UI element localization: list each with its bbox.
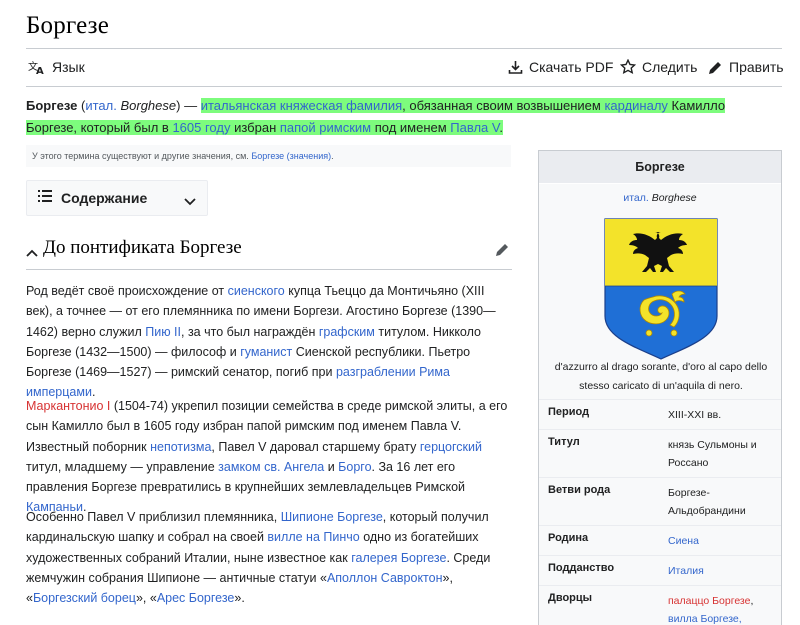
- lead-link-family[interactable]: итальянская княжеская фамилия: [201, 98, 402, 113]
- link-humanist[interactable]: гуманист: [240, 345, 292, 359]
- link-nepotism[interactable]: непотизма: [150, 440, 211, 454]
- infobox-subtitle: итал. Borghese: [539, 192, 781, 204]
- hatnote: У этого термина существуют и другие знач…: [26, 145, 511, 167]
- link-pius-ii[interactable]: Пию II: [145, 325, 181, 339]
- row-label: Период: [548, 406, 590, 418]
- infobox: Боргезе итал. Borghese d'azzurro al drag…: [538, 150, 782, 625]
- section-heading: До понтификата Боргезе: [26, 236, 512, 270]
- infobox-native-name: Borghese: [651, 192, 697, 204]
- hatnote-text: У этого термина существуют и другие знач…: [32, 151, 252, 161]
- row-label: Дворцы: [548, 592, 593, 604]
- body-paragraph-1: Род ведёт своё происхождение от сиенског…: [26, 281, 512, 403]
- lead-term: Боргезе: [26, 98, 78, 113]
- lead-native-name: Borghese: [120, 98, 177, 113]
- watch-label: Следить: [642, 59, 698, 75]
- watch-button[interactable]: Следить: [620, 59, 697, 75]
- list-icon: [38, 189, 52, 207]
- p1-text: , за что был награждён: [181, 324, 319, 339]
- language-button[interactable]: 文A Язык: [28, 59, 85, 75]
- link-ares-borghese[interactable]: Арес Боргезе: [157, 591, 235, 605]
- lead-link-cardinal[interactable]: кардиналу: [604, 98, 667, 113]
- lead-link-paul-v[interactable]: Павла V: [450, 120, 499, 135]
- link-count-title[interactable]: графским: [319, 325, 375, 339]
- download-pdf-button[interactable]: Скачать PDF: [508, 59, 613, 75]
- p3-text: ».: [234, 591, 245, 606]
- svg-text:A: A: [36, 66, 44, 75]
- infobox-row-palaces: Дворцы палаццо Боргезе, вилла Боргезе,: [539, 585, 781, 625]
- row-label: Родина: [548, 532, 589, 544]
- infobox-caption: d'azzurro al drago sorante, d'oro al cap…: [554, 361, 768, 392]
- link-borgo[interactable]: Борго: [338, 460, 371, 474]
- link-borghese-gladiator[interactable]: Боргезский борец: [33, 591, 136, 605]
- p3-text: Особенно Павел V приблизил племянника,: [26, 510, 281, 524]
- lead-text: под именем: [371, 120, 451, 135]
- infobox-row-period: Период XIII-XXI вв.: [539, 399, 781, 429]
- lead-paragraph: Боргезе (итал. Borghese) — итальянская к…: [26, 95, 770, 139]
- infobox-row-homeland: Родина Сиена: [539, 525, 781, 555]
- p3-text: », «: [135, 591, 157, 606]
- link-villa-pincio[interactable]: вилле на Пинчо: [267, 530, 359, 544]
- infobox-title: Боргезе: [539, 151, 781, 184]
- toolbar-divider: [26, 86, 782, 87]
- lang-abbr-link[interactable]: итал.: [85, 98, 117, 113]
- row-label: Подданство: [548, 562, 615, 574]
- coat-of-arms-image[interactable]: [604, 218, 718, 360]
- redlink-marcantonio[interactable]: Маркантонио I: [26, 399, 110, 413]
- row-value: XIII-XXI вв.: [668, 409, 722, 421]
- link-italy[interactable]: Италия: [668, 562, 773, 580]
- link-siena-homeland[interactable]: Сиена: [668, 532, 773, 550]
- row-label: Ветви рода: [548, 484, 611, 496]
- infobox-row-branches: Ветви рода Боргезе-Альдобрандини: [539, 477, 781, 525]
- hatnote-text: .: [331, 151, 334, 161]
- infobox-row-citizenship: Подданство Италия: [539, 555, 781, 585]
- title-divider: [26, 48, 782, 49]
- hatnote-disambiguation-link[interactable]: Боргезе (значения): [251, 151, 331, 161]
- lead-text: ) —: [176, 98, 201, 113]
- section-edit-pencil-icon[interactable]: [495, 242, 510, 262]
- p1-text: Род ведёт своё происхождение от: [26, 284, 228, 298]
- infobox-lang-link[interactable]: итал.: [623, 192, 648, 204]
- language-label: Язык: [52, 59, 85, 75]
- link-scipione-borghese[interactable]: Шипионе Боргезе: [281, 510, 383, 524]
- row-value: князь Сульмоны и Россано: [668, 439, 757, 469]
- lead-text: .: [499, 120, 503, 135]
- pencil-icon: [708, 60, 723, 75]
- toc-label: Содержание: [61, 190, 148, 206]
- download-pdf-label: Скачать PDF: [529, 59, 614, 75]
- link-castel-sant-angelo[interactable]: замком св. Ангела: [218, 460, 324, 474]
- chevron-up-icon[interactable]: [26, 244, 38, 262]
- body-paragraph-2: Маркантонио I (1504-74) укрепил позиции …: [26, 396, 512, 518]
- row-value: палаццо Боргезе, вилла Боргезе,: [668, 592, 773, 625]
- section-title: До понтификата Боргезе: [43, 237, 242, 258]
- body-paragraph-3: Особенно Павел V приблизил племянника, Ш…: [26, 507, 512, 608]
- p2-text: , Павел V даровал старшему брату: [211, 439, 420, 454]
- row-value-sep: ,: [750, 595, 754, 607]
- link-apollo-sauroktonos[interactable]: Аполлон Савроктон: [327, 571, 443, 585]
- page-toolbar: 文A Язык Скачать PDF Следить Править: [26, 56, 784, 82]
- p2-text: и: [324, 459, 339, 474]
- link-siena[interactable]: сиенского: [228, 284, 285, 298]
- edit-label: Править: [729, 59, 784, 75]
- lead-link-1605[interactable]: 1605 году: [172, 120, 230, 135]
- row-value: Боргезе-Альдобрандини: [668, 487, 746, 517]
- lead-text: избран: [230, 120, 280, 135]
- link-galleria-borghese[interactable]: галерея Боргезе: [351, 551, 446, 565]
- lead-link-pope[interactable]: папой римским: [280, 120, 371, 135]
- infobox-row-title: Титул князь Сульмоны и Россано: [539, 429, 781, 477]
- toc-toggle[interactable]: Содержание: [26, 180, 208, 216]
- p2-text: титул, младшему — управление: [26, 459, 219, 474]
- star-icon: [620, 59, 636, 75]
- row-label: Титул: [548, 436, 580, 448]
- translate-icon: 文A: [28, 59, 46, 75]
- page-title: Боргезе: [26, 12, 110, 39]
- link-ducal[interactable]: герцогский: [420, 440, 482, 454]
- lead-text: , обязанная своим возвышением: [402, 98, 605, 113]
- redlink-palazzo-borghese[interactable]: палаццо Боргезе: [668, 595, 750, 607]
- chevron-down-icon: [184, 193, 196, 211]
- edit-button[interactable]: Править: [708, 59, 784, 75]
- download-icon: [508, 60, 523, 75]
- link-villa-borghese[interactable]: вилла Боргезе,: [668, 613, 742, 625]
